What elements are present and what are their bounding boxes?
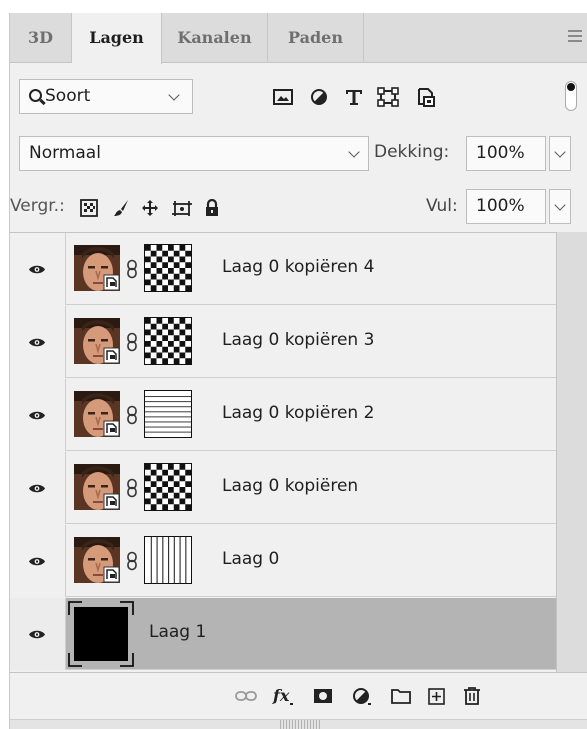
new-layer-icon[interactable] xyxy=(426,686,448,706)
chevron-down-icon xyxy=(554,146,566,158)
layer-name[interactable]: Laag 0 kopiëren 3 xyxy=(222,330,374,350)
panel-tab-bar: 3D Lagen Kanalen Paden xyxy=(10,13,587,64)
resize-grip[interactable] xyxy=(280,720,320,729)
layer-name[interactable]: Laag 0 kopiëren 4 xyxy=(222,257,374,277)
layer-name[interactable]: Laag 0 kopiëren 2 xyxy=(222,403,374,423)
smart-object-thumbnail[interactable] xyxy=(74,464,120,510)
tab-lagen[interactable]: Lagen xyxy=(72,13,162,64)
fill-layer-thumbnail[interactable] xyxy=(68,601,134,667)
layer-row[interactable]: Laag 0 kopiëren 2 xyxy=(10,379,556,451)
lock-all-icon[interactable] xyxy=(203,199,221,217)
layer-name[interactable]: Laag 1 xyxy=(149,622,206,642)
layer-mask-thumbnail[interactable] xyxy=(144,317,192,365)
chevron-down-icon xyxy=(554,199,566,211)
filter-toggle-switch[interactable] xyxy=(565,81,577,111)
fill-dropdown[interactable] xyxy=(549,189,571,224)
eye-visibility-icon[interactable] xyxy=(28,264,46,275)
chevron-down-icon xyxy=(348,146,360,158)
pixel-filter-icon[interactable] xyxy=(272,87,294,107)
svg-text:fx: fx xyxy=(272,686,290,705)
smart-object-filter-icon[interactable] xyxy=(415,87,437,107)
eye-visibility-icon[interactable] xyxy=(28,629,46,640)
layer-list: Laag 0 kopiëren 4 Laag 0 kopiëren 3 Laag 0… xyxy=(10,232,556,672)
lock-artboard-icon[interactable] xyxy=(171,199,193,217)
layer-row[interactable]: Laag 1 xyxy=(10,598,556,670)
lock-label: Vergr.: xyxy=(10,196,65,216)
layer-row[interactable]: Laag 0 kopiëren 3 xyxy=(10,306,556,378)
visibility-toggle[interactable] xyxy=(10,233,66,305)
mask-link-icon[interactable] xyxy=(125,551,139,571)
fx-icon[interactable]: fx xyxy=(272,686,296,706)
eye-visibility-icon[interactable] xyxy=(28,483,46,494)
opacity-dropdown[interactable] xyxy=(549,136,571,171)
lock-transparent-icon[interactable] xyxy=(80,199,98,217)
layer-mask-thumbnail[interactable] xyxy=(144,390,192,438)
search-icon xyxy=(29,89,42,102)
layer-mask-thumbnail[interactable] xyxy=(144,244,192,292)
add-mask-icon[interactable] xyxy=(312,686,334,706)
type-filter-icon[interactable] xyxy=(343,87,365,107)
tab-paden[interactable]: Paden xyxy=(268,13,364,63)
panel-menu-icon[interactable] xyxy=(568,30,582,44)
opacity-label: Dekking: xyxy=(374,142,450,162)
mask-link-icon[interactable] xyxy=(125,259,139,279)
opacity-input[interactable]: 100% xyxy=(466,136,546,171)
visibility-toggle[interactable] xyxy=(10,306,66,378)
smart-object-thumbnail[interactable] xyxy=(74,537,120,583)
lock-image-icon[interactable] xyxy=(112,199,130,217)
trash-icon[interactable] xyxy=(461,686,483,706)
smart-object-thumbnail[interactable] xyxy=(74,318,120,364)
layer-row[interactable]: Laag 0 xyxy=(10,525,556,597)
eye-visibility-icon[interactable] xyxy=(28,337,46,348)
eye-visibility-icon[interactable] xyxy=(28,410,46,421)
visibility-toggle[interactable] xyxy=(10,452,66,524)
adjustment-filter-icon[interactable] xyxy=(308,87,330,107)
tab-3d[interactable]: 3D xyxy=(10,13,72,63)
lock-position-icon[interactable] xyxy=(141,199,159,217)
layer-name[interactable]: Laag 0 xyxy=(222,549,279,569)
smart-object-thumbnail[interactable] xyxy=(74,391,120,437)
shape-filter-icon[interactable] xyxy=(377,87,399,107)
layer-list-scrollbar[interactable] xyxy=(556,232,587,672)
mask-link-icon[interactable] xyxy=(125,405,139,425)
layer-mask-thumbnail[interactable] xyxy=(144,463,192,511)
layer-name[interactable]: Laag 0 kopiëren xyxy=(222,476,358,496)
blend-mode-value: Normaal xyxy=(29,143,101,163)
visibility-toggle[interactable] xyxy=(10,598,66,670)
mask-link-icon[interactable] xyxy=(125,332,139,352)
link-layers-icon[interactable] xyxy=(234,686,258,706)
visibility-toggle[interactable] xyxy=(10,525,66,597)
blend-mode-select[interactable]: Normaal xyxy=(19,136,369,171)
tab-kanalen[interactable]: Kanalen xyxy=(162,13,268,63)
group-folder-icon[interactable] xyxy=(390,686,412,706)
layer-row[interactable]: Laag 0 kopiëren xyxy=(10,452,556,524)
layer-mask-thumbnail[interactable] xyxy=(144,536,192,584)
mask-link-icon[interactable] xyxy=(125,478,139,498)
visibility-toggle[interactable] xyxy=(10,379,66,451)
filter-kind-select[interactable]: Soort xyxy=(19,79,193,114)
smart-object-thumbnail[interactable] xyxy=(74,245,120,291)
filter-kind-label: Soort xyxy=(45,86,91,106)
fill-label: Vul: xyxy=(426,196,458,216)
eye-visibility-icon[interactable] xyxy=(28,556,46,567)
adjustment-layer-icon[interactable] xyxy=(351,686,373,706)
panel-footer: fx xyxy=(10,672,587,719)
layer-row[interactable]: Laag 0 kopiëren 4 xyxy=(10,233,556,305)
layers-panel: 3D Lagen Kanalen Paden Soort Normaal Dek… xyxy=(9,13,587,729)
fill-input[interactable]: 100% xyxy=(466,189,546,224)
chevron-down-icon xyxy=(168,89,180,101)
